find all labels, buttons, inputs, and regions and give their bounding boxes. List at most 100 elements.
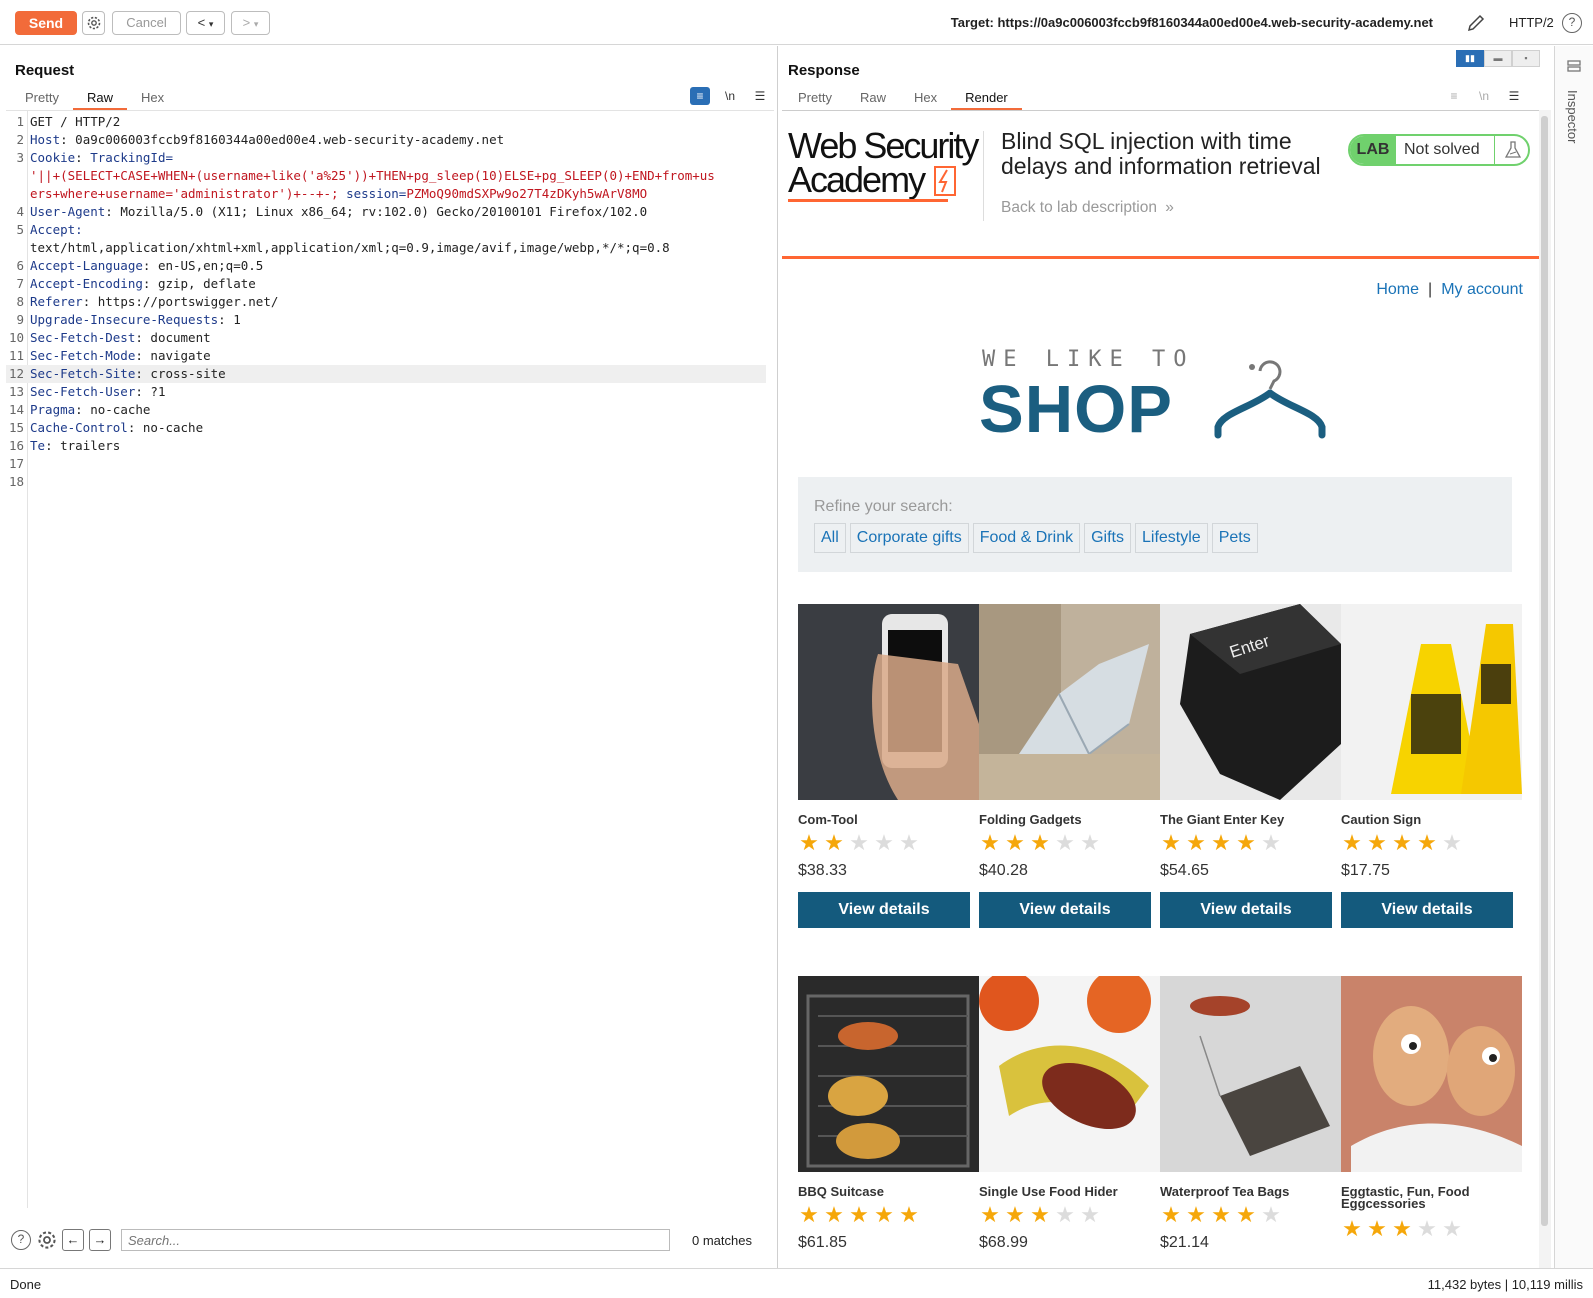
edit-target-icon[interactable]: [1466, 13, 1486, 33]
code-line: 8 Referer: https://portswigger.net/: [6, 293, 766, 311]
code-line: 17: [6, 455, 766, 473]
next-match-button[interactable]: →: [89, 1229, 111, 1251]
code-line: ers+where+username='administrator')+--+-…: [30, 186, 648, 201]
wrap-lines-icon[interactable]: ≡: [690, 87, 710, 105]
star-filled-icon: ★: [799, 830, 819, 855]
menu-icon[interactable]: ☰: [750, 87, 770, 105]
menu-icon[interactable]: ☰: [1504, 87, 1524, 105]
line-number: 9: [16, 312, 24, 327]
star-filled-icon: ★: [824, 830, 844, 855]
inspector-sidebar: Inspector: [1554, 46, 1593, 1268]
code-line: 6 Accept-Language: en-US,en;q=0.5: [6, 257, 766, 275]
protocol-label[interactable]: HTTP/2: [1509, 15, 1554, 30]
product-price: $54.65: [1160, 862, 1209, 879]
tabbed-layout-icon[interactable]: ▪: [1512, 50, 1540, 67]
filter-food-drink[interactable]: Food & Drink: [972, 523, 1081, 553]
product-image[interactable]: [1341, 604, 1522, 800]
inspector-tab[interactable]: Inspector: [1565, 90, 1580, 143]
shop-logo: WE LIKE TO SHOP: [979, 347, 1342, 447]
star-empty-icon: ★: [1080, 830, 1100, 855]
star-filled-icon: ★: [980, 830, 1000, 855]
star-filled-icon: ★: [1392, 830, 1412, 855]
header-divider: [983, 131, 984, 221]
line-number: 2: [16, 132, 24, 147]
back-to-lab-link[interactable]: Back to lab description »: [1001, 199, 1174, 217]
product-image[interactable]: [979, 604, 1160, 800]
wrap-lines-icon[interactable]: ≡: [1444, 87, 1464, 105]
gear-icon: [87, 16, 100, 30]
previous-match-button[interactable]: ←: [62, 1229, 84, 1251]
star-filled-icon: ★: [1417, 830, 1437, 855]
settings-button[interactable]: [82, 11, 105, 35]
product-image[interactable]: [979, 976, 1160, 1172]
nav-home-link[interactable]: Home: [1376, 281, 1419, 299]
gear-icon[interactable]: [36, 1229, 58, 1251]
star-filled-icon: ★: [1367, 830, 1387, 855]
star-empty-icon: ★: [899, 830, 919, 855]
line-number: 12: [8, 366, 24, 381]
product-image[interactable]: [1160, 976, 1341, 1172]
send-button[interactable]: Send: [15, 11, 77, 35]
academy-logo[interactable]: Web Security Academy: [788, 128, 982, 202]
tab-render[interactable]: Render: [951, 88, 1022, 110]
header-value: cross-site: [150, 366, 226, 381]
tab-pretty[interactable]: Pretty: [784, 88, 846, 110]
star-filled-icon: ★: [1161, 830, 1181, 855]
view-details-button[interactable]: View details: [798, 892, 970, 928]
cookie-value: '||+(SELECT+CASE+WHEN+(username+like('a%…: [30, 168, 715, 183]
search-input[interactable]: [121, 1229, 670, 1251]
rating-stars: ★ ★ ★ ★ ★: [1341, 832, 1463, 854]
line-number: 5: [16, 222, 24, 237]
product-name: BBQ Suitcase: [798, 1184, 884, 1199]
header-sep: :: [135, 384, 151, 399]
product-image[interactable]: Enter: [1160, 604, 1341, 800]
tab-pretty[interactable]: Pretty: [11, 88, 73, 110]
newline-toggle-icon[interactable]: \n: [1474, 87, 1494, 105]
cancel-button[interactable]: Cancel: [112, 11, 181, 35]
line-number: 3: [16, 150, 24, 165]
tab-raw[interactable]: Raw: [846, 88, 900, 110]
request-editor[interactable]: 1 GET / HTTP/2 2 Host: 0a9c006003fccb9f8…: [6, 110, 774, 1208]
forward-button[interactable]: > ▾: [231, 11, 270, 35]
header-name: Host: [30, 132, 61, 147]
cookie-value: PZMoQ90mdSXPw9o27T4zDKyh5wArV8MO: [406, 186, 648, 201]
product-image[interactable]: [798, 604, 979, 800]
burp-repeater-window: Send Cancel < ▾ > ▾ Target: https://0a9c…: [0, 0, 1593, 1298]
filter-corporate-gifts[interactable]: Corporate gifts: [849, 523, 969, 553]
view-details-button[interactable]: View details: [1160, 892, 1332, 928]
tab-hex[interactable]: Hex: [127, 88, 178, 110]
split-horizontal-icon[interactable]: ▮▮: [1456, 50, 1484, 67]
line-number: 7: [16, 276, 24, 291]
help-icon[interactable]: ?: [11, 1230, 31, 1250]
scrollbar-thumb[interactable]: [1541, 116, 1548, 1226]
header-sep: :: [105, 204, 121, 219]
star-filled-icon: ★: [874, 1202, 894, 1227]
inspector-toggle-icon[interactable]: [1566, 58, 1582, 74]
view-details-button[interactable]: View details: [979, 892, 1151, 928]
tab-raw[interactable]: Raw: [72, 88, 127, 110]
star-empty-icon: ★: [1261, 830, 1281, 855]
line-number: 10: [8, 330, 24, 345]
split-vertical-icon[interactable]: ▬: [1484, 50, 1512, 67]
back-button[interactable]: < ▾: [186, 11, 225, 35]
code-line: 2 Host: 0a9c006003fccb9f8160344a00ed00e4…: [6, 131, 766, 149]
nav-my-account-link[interactable]: My account: [1441, 281, 1523, 299]
filter-pets[interactable]: Pets: [1211, 523, 1258, 553]
tab-hex[interactable]: Hex: [900, 88, 951, 110]
filter-lifestyle[interactable]: Lifestyle: [1134, 523, 1208, 553]
double-chevron-icon: »: [1165, 199, 1174, 216]
response-scrollbar[interactable]: [1539, 110, 1551, 1268]
help-icon[interactable]: ?: [1562, 13, 1582, 33]
filter-gifts[interactable]: Gifts: [1084, 523, 1131, 553]
star-empty-icon: ★: [1055, 830, 1075, 855]
header-name: Pragma: [30, 402, 76, 417]
product-image[interactable]: [1341, 976, 1522, 1172]
filter-all[interactable]: All: [814, 523, 846, 553]
code-line: 16 Te: trailers: [6, 437, 766, 455]
view-details-button[interactable]: View details: [1341, 892, 1513, 928]
newline-toggle-icon[interactable]: \n: [720, 87, 740, 105]
star-filled-icon: ★: [1005, 830, 1025, 855]
star-empty-icon: ★: [1080, 1202, 1100, 1227]
product-image[interactable]: [798, 976, 979, 1172]
nav-separator: |: [1428, 281, 1433, 298]
